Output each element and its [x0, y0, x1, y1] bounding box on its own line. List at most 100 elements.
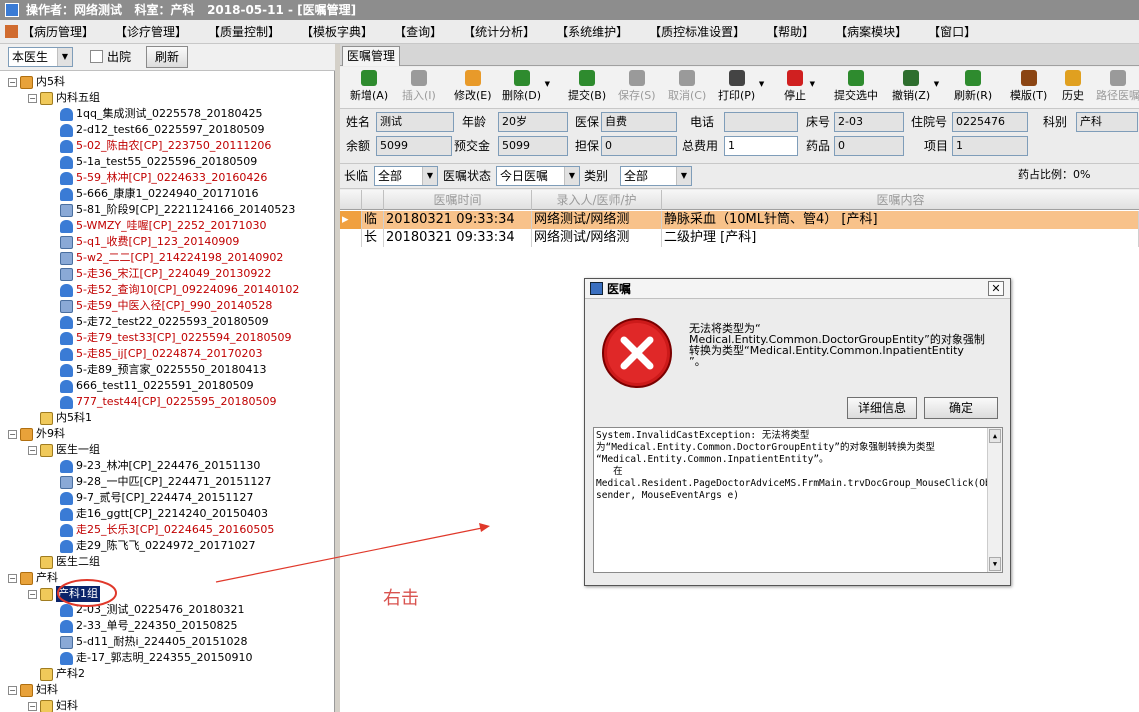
detail-scrollbar[interactable]: ▲ ▼	[987, 428, 1002, 572]
grid-header-time[interactable]: 医嘱时间	[384, 190, 532, 210]
toolbar-button-11[interactable]: 刷新(R)	[954, 70, 992, 106]
toolbar-button-8[interactable]: 停止 ▼	[784, 70, 815, 106]
toolbar-button-6[interactable]: 取消(C)	[668, 70, 706, 106]
dropdown-arrow-icon[interactable]: ▼	[545, 80, 550, 88]
toolbar-button-14[interactable]: 路径医嘱	[1096, 70, 1139, 106]
tree-group-node[interactable]: − 内科五组	[28, 90, 100, 106]
scroll-down-icon[interactable]: ▼	[989, 557, 1001, 571]
tree-patient-node[interactable]: 9-23_林冲[CP]_224476_20151130	[48, 458, 260, 474]
toolbar-button-2[interactable]: 修改(E)	[454, 70, 492, 106]
tree-patient-node[interactable]: 5-走36_宋江[CP]_224049_20130922	[48, 266, 271, 282]
table-row[interactable]: 长 20180321 09:33:34 网络测试/网络测 二级护理 [产科]	[340, 229, 1139, 247]
tree-patient-node[interactable]: 2-03_测试_0225476_20180321	[48, 602, 244, 618]
tree-refresh-button[interactable]: 刷新	[146, 46, 188, 68]
tree-patient-node[interactable]: 5-666_康康1_0224940_20171016	[48, 186, 258, 202]
menu-item-6[interactable]: 【系统维护】	[556, 23, 628, 40]
toolbar-button-12[interactable]: 模版(T)	[1010, 70, 1047, 106]
tree-group-node[interactable]: − 妇科	[28, 698, 78, 712]
tree-patient-node[interactable]: 9-7_贰号[CP]_224474_20151127	[48, 490, 253, 506]
duration-select[interactable]: 全部 ▼	[374, 166, 438, 186]
toolbar-button-10[interactable]: 撤销(Z) ▼	[892, 70, 939, 106]
tree-expander-icon[interactable]: −	[28, 445, 37, 455]
tree-patient-node[interactable]: 9-28_一中匹[CP]_224471_20151127	[48, 474, 271, 490]
toolbar-button-4[interactable]: 提交(B)	[568, 70, 606, 106]
tree-group-node[interactable]: − 产科	[8, 570, 58, 586]
menu-item-3[interactable]: 【模板字典】	[301, 23, 373, 40]
tree-patient-node[interactable]: 5-02_陈由农[CP]_223750_20111206	[48, 138, 271, 154]
close-icon[interactable]: ✕	[988, 281, 1004, 296]
menu-item-9[interactable]: 【病案模块】	[835, 23, 907, 40]
tree-patient-node[interactable]: 5-WMZY_哇喔[CP]_2252_20171030	[48, 218, 267, 234]
chevron-down-icon[interactable]: ▼	[676, 167, 691, 185]
tree-patient-node[interactable]: 走16_ggtt[CP]_2214240_20150403	[48, 506, 268, 522]
toolbar-button-5[interactable]: 保存(S)	[618, 70, 656, 106]
menu-item-5[interactable]: 【统计分析】	[463, 23, 535, 40]
menu-item-4[interactable]: 【查询】	[394, 23, 442, 40]
toolbar-button-7[interactable]: 打印(P) ▼	[718, 70, 764, 106]
tree-expander-icon[interactable]: −	[28, 701, 37, 711]
tree-patient-node[interactable]: 走-17_郭志明_224355_20150910	[48, 650, 252, 666]
menu-item-8[interactable]: 【帮助】	[766, 23, 814, 40]
tree-patient-node[interactable]: 走29_陈飞飞_0224972_20171027	[48, 538, 255, 554]
tree-expander-icon[interactable]: −	[28, 589, 37, 599]
chevron-down-icon[interactable]: ▼	[57, 48, 72, 66]
toolbar-button-9[interactable]: 提交选中	[834, 70, 878, 106]
dropdown-arrow-icon[interactable]: ▼	[810, 80, 815, 88]
tree-group-node[interactable]: 内5科1	[28, 410, 92, 426]
discharged-checkbox[interactable]	[90, 50, 103, 63]
toolbar-button-1[interactable]: 插入(I)	[402, 70, 436, 106]
tree-patient-node[interactable]: 5-走89_预言家_0225550_20180413	[48, 362, 266, 378]
tree-group-node[interactable]: − 外9科	[8, 426, 65, 442]
tree-patient-node[interactable]: 777_test44[CP]_0225595_20180509	[48, 394, 277, 410]
tree-patient-node[interactable]: 5-1a_test55_0225596_20180509	[48, 154, 257, 170]
dropdown-arrow-icon[interactable]: ▼	[934, 80, 939, 88]
menu-item-0[interactable]: 【病历管理】	[22, 23, 94, 40]
tree-patient-node[interactable]: 5-81_阶段9[CP]_2221124166_20140523	[48, 202, 295, 218]
table-row[interactable]: ▸ 临 20180321 09:33:34 网络测试/网络测 静脉采血（10ML针筒、管…	[340, 211, 1139, 229]
tree-patient-node[interactable]: 5-走59_中医入径[CP]_990_20140528	[48, 298, 272, 314]
tree-group-node[interactable]: − 妇科	[8, 682, 58, 698]
tree-group-node[interactable]: − 产科1组	[28, 586, 100, 602]
grid-header-content[interactable]: 医嘱内容	[662, 190, 1139, 210]
toolbar-button-3[interactable]: 删除(D) ▼	[502, 70, 550, 106]
chevron-down-icon[interactable]: ▼	[564, 167, 579, 185]
ok-button[interactable]: 确定	[924, 397, 998, 419]
scroll-up-icon[interactable]: ▲	[989, 429, 1001, 443]
tree-patient-node[interactable]: 2-33_单号_224350_20150825	[48, 618, 237, 634]
category-select[interactable]: 全部 ▼	[620, 166, 692, 186]
tree-patient-node[interactable]: 5-走79_test33[CP]_0225594_20180509	[48, 330, 291, 346]
chevron-down-icon[interactable]: ▼	[422, 167, 437, 185]
tree-group-node[interactable]: 医生二组	[28, 554, 100, 570]
tree-expander-icon[interactable]: −	[8, 429, 17, 439]
tree-patient-node[interactable]: 5-59_林冲[CP]_0224633_20160426	[48, 170, 267, 186]
menu-item-10[interactable]: 【窗口】	[928, 23, 976, 40]
menu-item-7[interactable]: 【质控标准设置】	[649, 23, 745, 40]
status-select[interactable]: 今日医嘱 ▼	[496, 166, 580, 186]
tree-expander-icon[interactable]: −	[8, 77, 17, 87]
tree-patient-node[interactable]: 5-走52_查询10[CP]_09224096_20140102	[48, 282, 299, 298]
toolbar-button-13[interactable]: 历史	[1062, 70, 1084, 106]
details-button[interactable]: 详细信息	[847, 397, 917, 419]
menu-item-2[interactable]: 【质量控制】	[208, 23, 280, 40]
tree-patient-node[interactable]: 5-d11_耐热i_224405_20151028	[48, 634, 247, 650]
tree-patient-node[interactable]: 5-走85_ij[CP]_0224874_20170203	[48, 346, 262, 362]
dropdown-arrow-icon[interactable]: ▼	[759, 80, 764, 88]
tree-patient-node[interactable]: 5-走72_test22_0225593_20180509	[48, 314, 269, 330]
tree-patient-node[interactable]: 2-d12_test66_0225597_20180509	[48, 122, 265, 138]
tree-group-node[interactable]: − 内5科	[8, 74, 65, 90]
tree-patient-node[interactable]: 走25_长乐3[CP]_0224645_20160505	[48, 522, 274, 538]
tree-expander-icon[interactable]: −	[28, 93, 37, 103]
tree-patient-node[interactable]: 1qq_集成测试_0225578_20180425	[48, 106, 262, 122]
tab-doctor-advice[interactable]: 医嘱管理	[342, 46, 401, 66]
menu-item-1[interactable]: 【诊疗管理】	[115, 23, 187, 40]
tree-expander-icon[interactable]: −	[8, 573, 17, 583]
grid-header-person[interactable]: 录入人/医师/护	[532, 190, 662, 210]
error-detail-text[interactable]: System.InvalidCastException: 无法将类型 为“Med…	[593, 427, 1003, 573]
tree-patient-node[interactable]: 666_test11_0225591_20180509	[48, 378, 254, 394]
toolbar-button-0[interactable]: 新增(A)	[350, 70, 388, 106]
doctor-filter-select[interactable]: 本医生 ▼	[8, 47, 73, 67]
tree-expander-icon[interactable]: −	[8, 685, 17, 695]
tree-patient-node[interactable]: 5-w2_二二[CP]_214224198_20140902	[48, 250, 283, 266]
tree-group-node[interactable]: − 医生一组	[28, 442, 100, 458]
tree-patient-node[interactable]: 5-q1_收费[CP]_123_20140909	[48, 234, 239, 250]
